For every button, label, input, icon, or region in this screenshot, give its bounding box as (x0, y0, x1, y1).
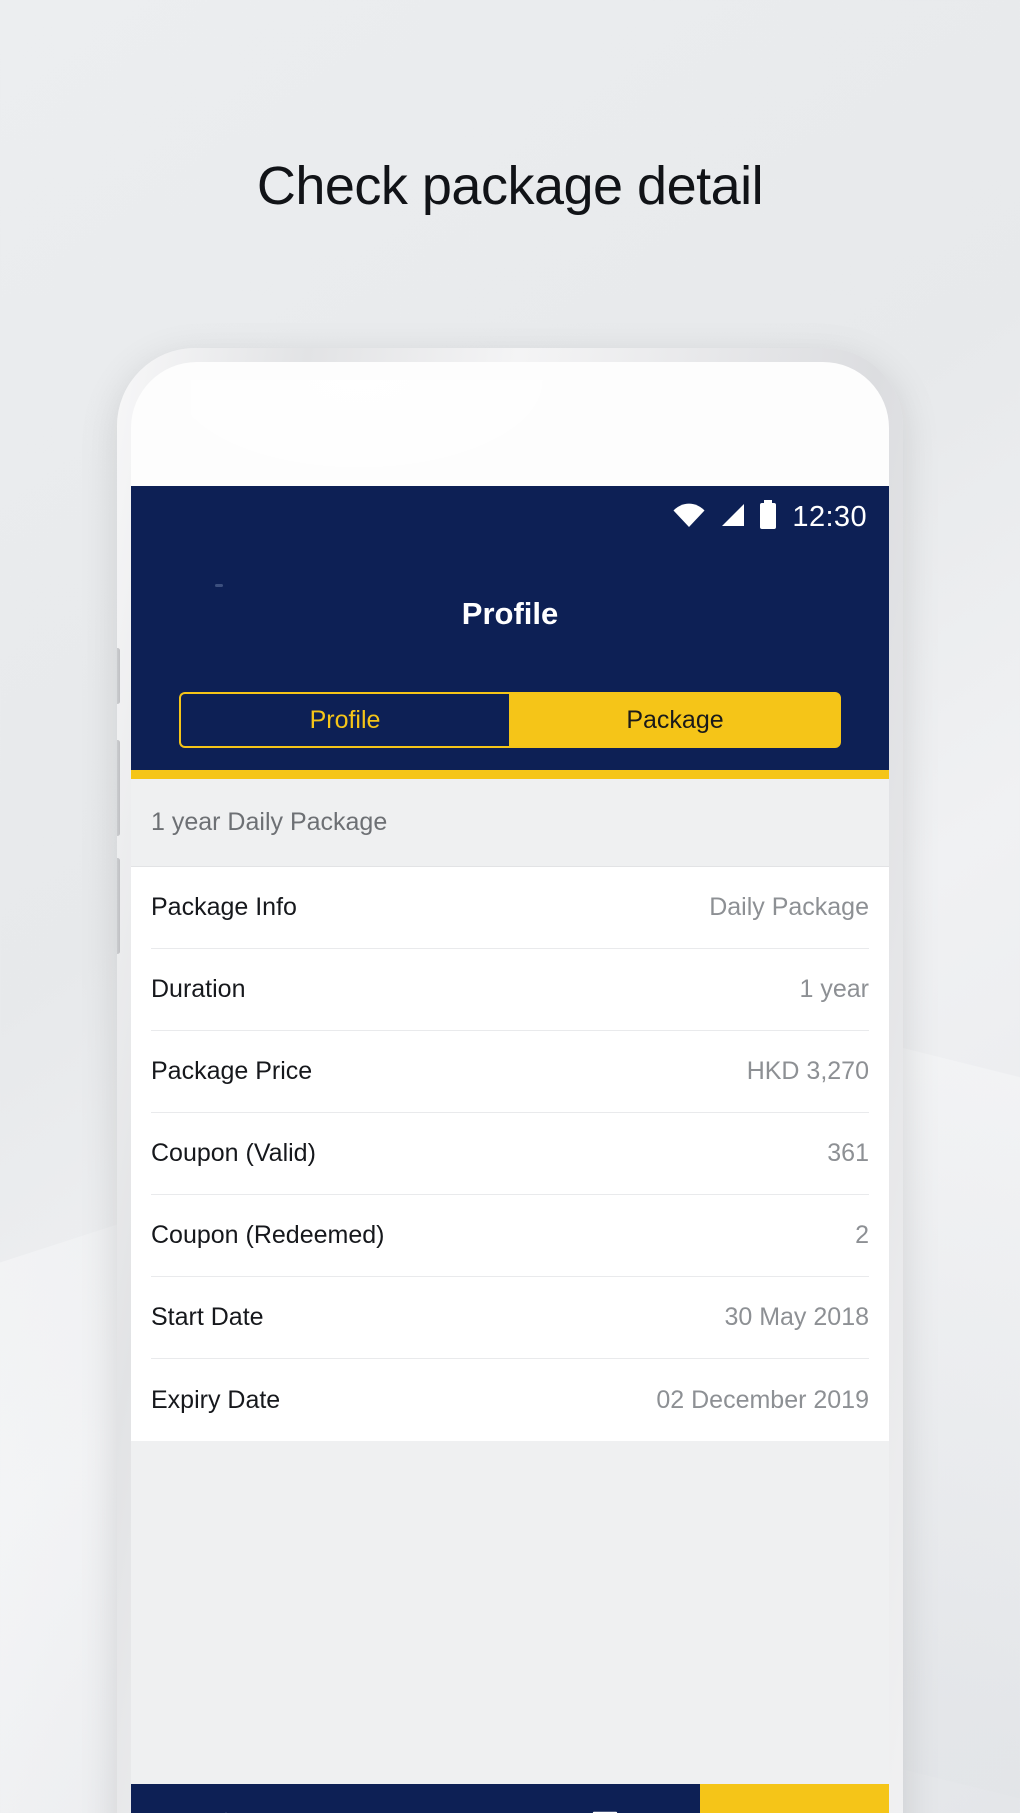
signal-icon (718, 502, 746, 533)
section-header: 1 year Daily Package (131, 779, 889, 867)
battery-icon (758, 499, 778, 535)
phone-mockup: 12:30 Profile Profile Package 1 year Dai… (117, 348, 903, 1813)
tab-redeem[interactable]: Redeem (321, 1784, 511, 1813)
table-row: Expiry Date 02 December 2019 (151, 1359, 869, 1441)
nav-bar: Profile (131, 548, 889, 692)
nav-back-indicator[interactable] (215, 584, 223, 587)
accent-bar (131, 770, 889, 779)
table-row: Package Info Daily Package (151, 867, 869, 949)
tab-profile[interactable]: Profile (179, 692, 509, 748)
row-label: Coupon (Valid) (151, 1139, 316, 1167)
row-value: 1 year (799, 975, 869, 1003)
package-detail-list: Package Info Daily Package Duration 1 ye… (131, 867, 889, 1441)
table-row: Duration 1 year (151, 949, 869, 1031)
app-screen: 12:30 Profile Profile Package 1 year Dai… (131, 486, 889, 1813)
row-value: 30 May 2018 (724, 1303, 869, 1331)
tab-package[interactable]: Package (509, 692, 841, 748)
phone-glare (191, 380, 611, 500)
row-value: 2 (855, 1221, 869, 1249)
row-value: 361 (827, 1139, 869, 1167)
table-row: Start Date 30 May 2018 (151, 1277, 869, 1359)
content-filler (131, 1441, 889, 1813)
status-bar-clock: 12:30 (792, 500, 867, 533)
phone-side-button-volume-up (117, 740, 120, 836)
bottom-tab-bar: Home Redeem (131, 1784, 889, 1813)
row-value: Daily Package (709, 893, 869, 921)
row-label: Start Date (151, 1303, 264, 1331)
table-row: Package Price HKD 3,270 (151, 1031, 869, 1113)
page-title: Check package detail (256, 156, 764, 216)
phone-side-button-volume-down (117, 858, 120, 954)
wifi-icon (672, 502, 706, 533)
status-bar: 12:30 (131, 486, 889, 548)
row-label: Duration (151, 975, 246, 1003)
row-label: Package Info (151, 893, 297, 921)
phone-screen-bezel: 12:30 Profile Profile Package 1 year Dai… (131, 362, 889, 1813)
segmented-control: Profile Package (131, 692, 889, 770)
tab-profile-bottom[interactable]: Profile (699, 1784, 889, 1813)
table-row: Coupon (Valid) 361 (151, 1113, 869, 1195)
table-row: Coupon (Redeemed) 2 (151, 1195, 869, 1277)
tab-home[interactable]: Home (131, 1784, 321, 1813)
row-label: Expiry Date (151, 1385, 281, 1414)
row-value: 02 December 2019 (656, 1385, 869, 1414)
phone-side-button-mute (117, 648, 120, 704)
row-label: Package Price (151, 1057, 313, 1085)
row-value: HKD 3,270 (746, 1057, 869, 1085)
nav-title: Profile (461, 596, 559, 631)
tab-coupon[interactable]: Coupon (510, 1784, 700, 1813)
row-label: Coupon (Redeemed) (151, 1221, 385, 1249)
